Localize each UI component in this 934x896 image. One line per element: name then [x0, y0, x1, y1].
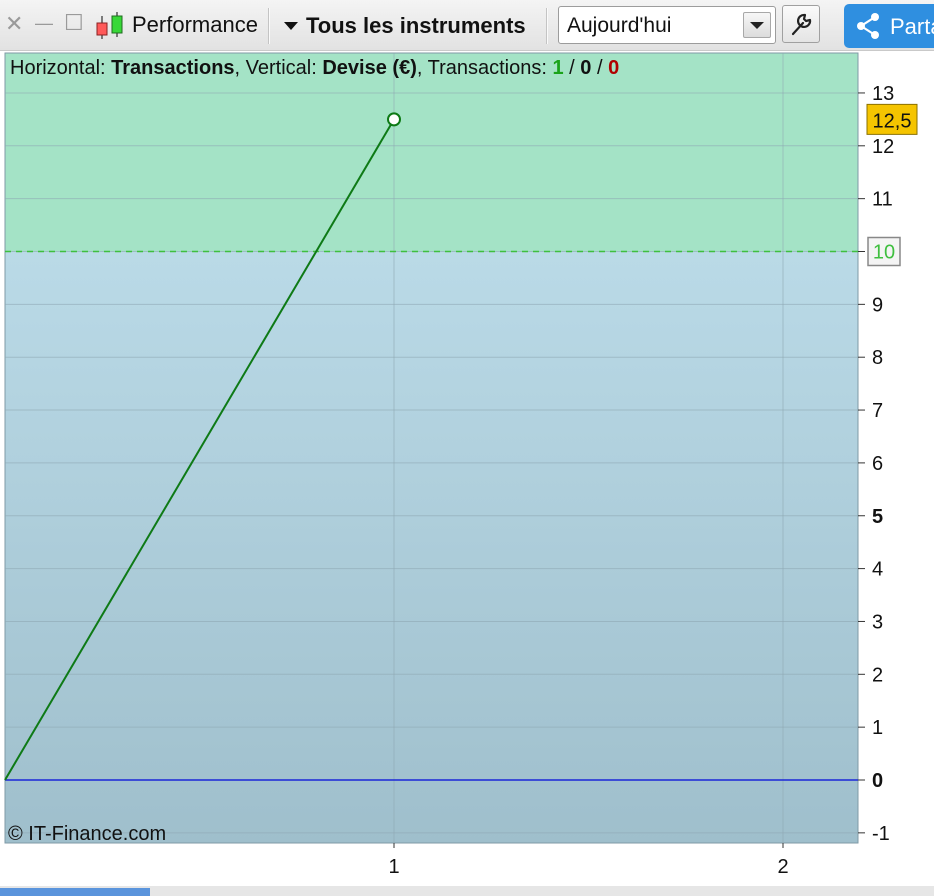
current-value-label: 12,5	[873, 110, 912, 132]
wrench-icon	[791, 13, 812, 36]
y-tick-label: 2	[872, 664, 883, 686]
tx-winning-count: 1	[552, 57, 563, 79]
instruments-dropdown[interactable]: Tous les instruments	[278, 8, 540, 44]
caret-down-icon	[284, 22, 298, 30]
tx-losing-count: 0	[608, 57, 619, 79]
share-label: Partager	[890, 14, 934, 39]
y-tick-label: 9	[872, 294, 883, 316]
y-tick-label: 0	[872, 770, 883, 792]
y-tick-label: 3	[872, 611, 883, 633]
y-tick-label: 6	[872, 453, 883, 475]
y-tick-label: 1	[872, 717, 883, 739]
last-point-marker	[387, 112, 401, 127]
y-tick-label: 4	[872, 559, 883, 581]
vertical-value: Devise (€)	[322, 57, 417, 79]
toolbar-separator	[546, 8, 548, 44]
share-button[interactable]: Partager	[844, 4, 934, 48]
share-icon	[857, 13, 879, 39]
reference-value-label: 10	[873, 242, 895, 264]
instruments-label: Tous les instruments	[306, 13, 526, 38]
period-value: Aujourd'hui	[567, 14, 672, 37]
performance-chart: 131211109876543210-1 12 12,510 Horizonta…	[4, 52, 918, 878]
y-tick-label: 8	[872, 347, 883, 369]
maximize-icon[interactable]: ☐	[64, 12, 84, 34]
profit-zone	[5, 53, 858, 252]
y-tick-label: 11	[872, 189, 893, 211]
settings-button[interactable]	[782, 5, 820, 43]
y-tick-label: 7	[872, 400, 883, 422]
candlestick-icon	[96, 12, 123, 39]
performance-title: Performance	[132, 12, 258, 37]
dropdown-arrow-icon[interactable]	[743, 12, 771, 38]
y-tick-label: 12	[872, 136, 894, 158]
close-icon[interactable]: ✕	[5, 13, 23, 35]
y-tick-label: -1	[872, 823, 890, 845]
horizontal-value: Transactions	[111, 57, 234, 79]
tx-neutral-count: 0	[580, 57, 591, 79]
toolbar: ✕ — ☐ Performance Tous les instruments A…	[0, 0, 934, 51]
y-tick-label: 5	[872, 506, 883, 528]
x-tick-label: 1	[388, 856, 399, 878]
toolbar-separator	[268, 8, 270, 44]
x-tick-label: 2	[777, 856, 788, 878]
period-select[interactable]: Aujourd'hui	[558, 6, 776, 44]
bottom-tab[interactable]	[0, 888, 150, 896]
y-tick-label: 13	[872, 83, 894, 105]
minimize-icon[interactable]: —	[35, 12, 53, 34]
copyright: © IT-Finance.com	[8, 823, 166, 845]
chart-header: Horizontal: Transactions, Vertical: Devi…	[10, 57, 619, 79]
